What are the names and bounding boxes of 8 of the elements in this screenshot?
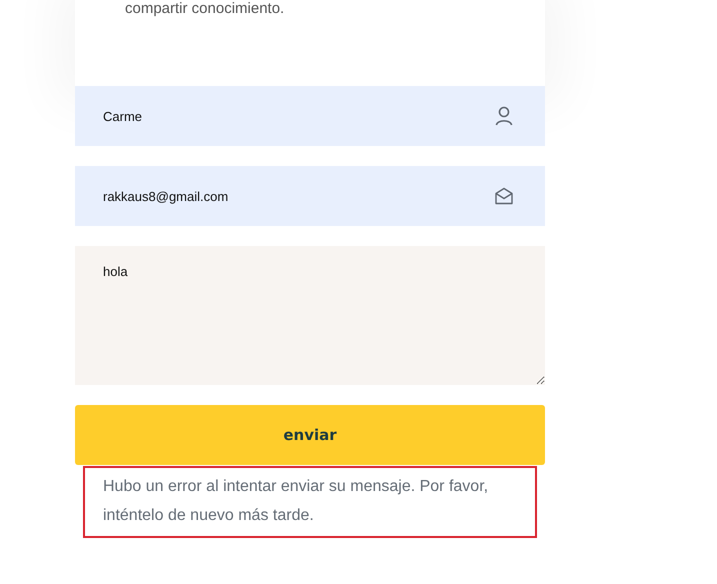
send-button[interactable]: enviar <box>75 405 545 465</box>
envelope-icon <box>495 188 513 204</box>
name-field[interactable]: Carme <box>75 86 545 146</box>
email-field[interactable]: rakkaus8@gmail.com <box>75 166 545 226</box>
message-field[interactable]: hola <box>75 246 545 385</box>
error-message: Hubo un error al intentar enviar su mensaje. Por favor, inténtelo de nuevo más tarde. <box>83 466 537 538</box>
person-icon <box>495 106 513 126</box>
card-text: compartir conocimiento. <box>125 0 286 17</box>
